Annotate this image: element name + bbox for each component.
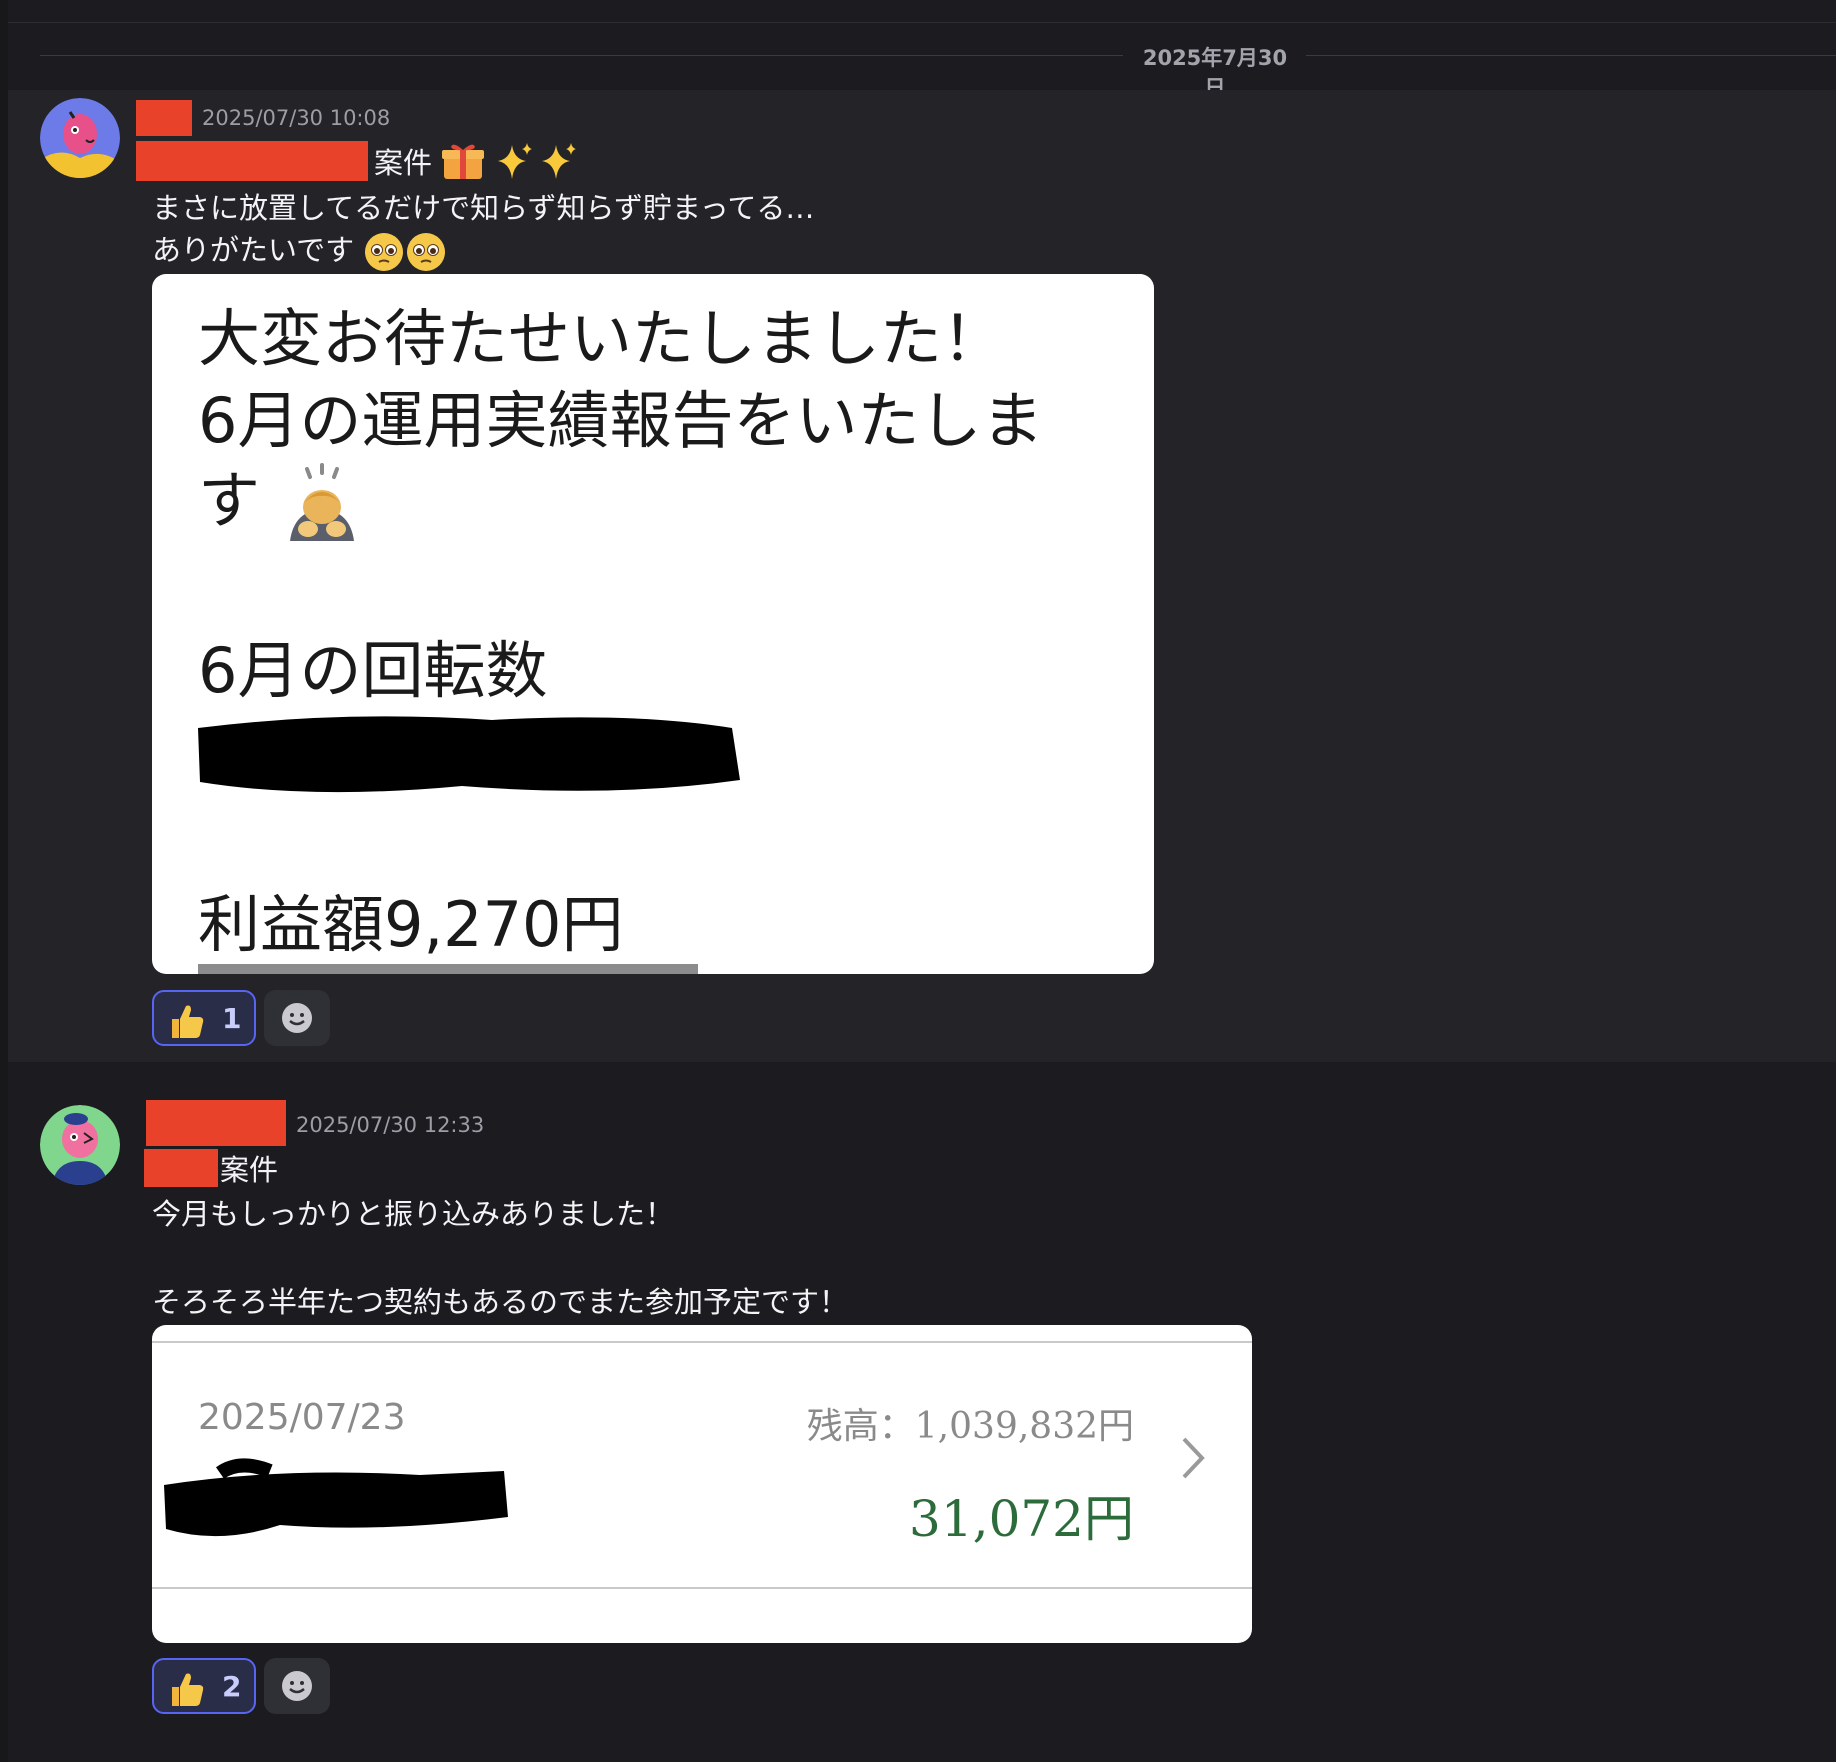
message-line-3: そろそろ半年たつ契約もあるのでまた参加予定です！ (152, 1285, 849, 1319)
smiley-icon (282, 1003, 312, 1033)
reaction-thumbs-up[interactable]: 2 (152, 1658, 256, 1714)
add-reaction-button[interactable] (264, 990, 330, 1046)
message-line-3-text: ありがたいです (152, 233, 355, 267)
report-line-5: 利益額9,270円 (198, 888, 624, 961)
report-line-3-text: す (198, 464, 261, 537)
image-attachment-report[interactable]: 大変お待たせいたしました！ 6月の運用実績報告をいたしま す 6月の回転数 利益… (152, 274, 1154, 974)
thumbs-up-icon (172, 1005, 204, 1038)
redacted-username (136, 100, 192, 136)
date-divider: 2025年7月30日 (40, 38, 1836, 100)
message-2[interactable]: 2025/07/30 12:33 案件 今月もしっかりと振り込みありました！ そ… (8, 1065, 1836, 1762)
report-line-1: 大変お待たせいたしました！ (198, 302, 1005, 375)
scribble-redaction (164, 1458, 508, 1537)
avatar-image (40, 1105, 120, 1185)
redacted-project-name (144, 1149, 218, 1187)
transaction-amount: 31,072円 (909, 1490, 1134, 1548)
message-line-3: ありがたいです (152, 227, 447, 273)
report-line-2: 6月の運用実績報告をいたしま (198, 384, 1044, 457)
redacted-project-name (136, 141, 368, 181)
divider-line-right (1306, 55, 1836, 56)
sparkles-icon (498, 143, 577, 179)
message-timestamp: 2025/07/30 10:08 (202, 106, 391, 130)
transaction-bottom-rule (152, 1587, 1252, 1589)
transaction-top-rule (152, 1341, 1252, 1343)
message-line-2: 今月もしっかりと振り込みありました！ (152, 1197, 675, 1231)
chevron-right-icon (1182, 1437, 1205, 1479)
project-suffix: 案件 (374, 146, 433, 180)
avatar-image (40, 98, 120, 178)
thumbs-up-icon (172, 1673, 204, 1706)
message-line-2: まさに放置してるだけで知らず知らず貯まってる… (152, 191, 815, 225)
user-avatar[interactable] (40, 98, 120, 178)
project-suffix: 案件 (220, 1153, 279, 1187)
redacted-username (146, 1100, 286, 1146)
message-timestamp: 2025/07/30 12:33 (296, 1113, 485, 1137)
smiley-icon (282, 1671, 312, 1701)
image-attachment-transaction[interactable]: 2025/07/23 残高：1,039,832円 31,072円 (152, 1325, 1252, 1643)
gift-icon (442, 144, 485, 179)
add-reaction-button[interactable] (264, 1658, 330, 1714)
message-1[interactable]: 2025/07/30 10:08 案件 まさに放置してるだけで知らず知らず貯まっ… (8, 90, 1836, 1062)
divider-line-left (40, 55, 1123, 56)
report-line-3: す (198, 450, 364, 547)
message-line-1: 案件 (136, 140, 578, 182)
report-cutoff-line (198, 964, 698, 974)
report-line-4: 6月の回転数 (198, 634, 548, 707)
pleading-face-icon (365, 233, 446, 271)
reaction-thumbs-up[interactable]: 1 (152, 990, 256, 1046)
reaction-count: 2 (222, 1670, 242, 1703)
left-edge (0, 0, 8, 1762)
user-avatar[interactable] (40, 1105, 120, 1185)
transaction-date: 2025/07/23 (198, 1397, 406, 1438)
message-line-1: 案件 (144, 1147, 278, 1189)
bowing-person-icon (289, 462, 354, 541)
transaction-balance: 残高：1,039,832円 (806, 1406, 1134, 1447)
top-strip (0, 0, 1836, 23)
scribble-redaction (198, 716, 740, 793)
reaction-count: 1 (222, 1002, 242, 1035)
